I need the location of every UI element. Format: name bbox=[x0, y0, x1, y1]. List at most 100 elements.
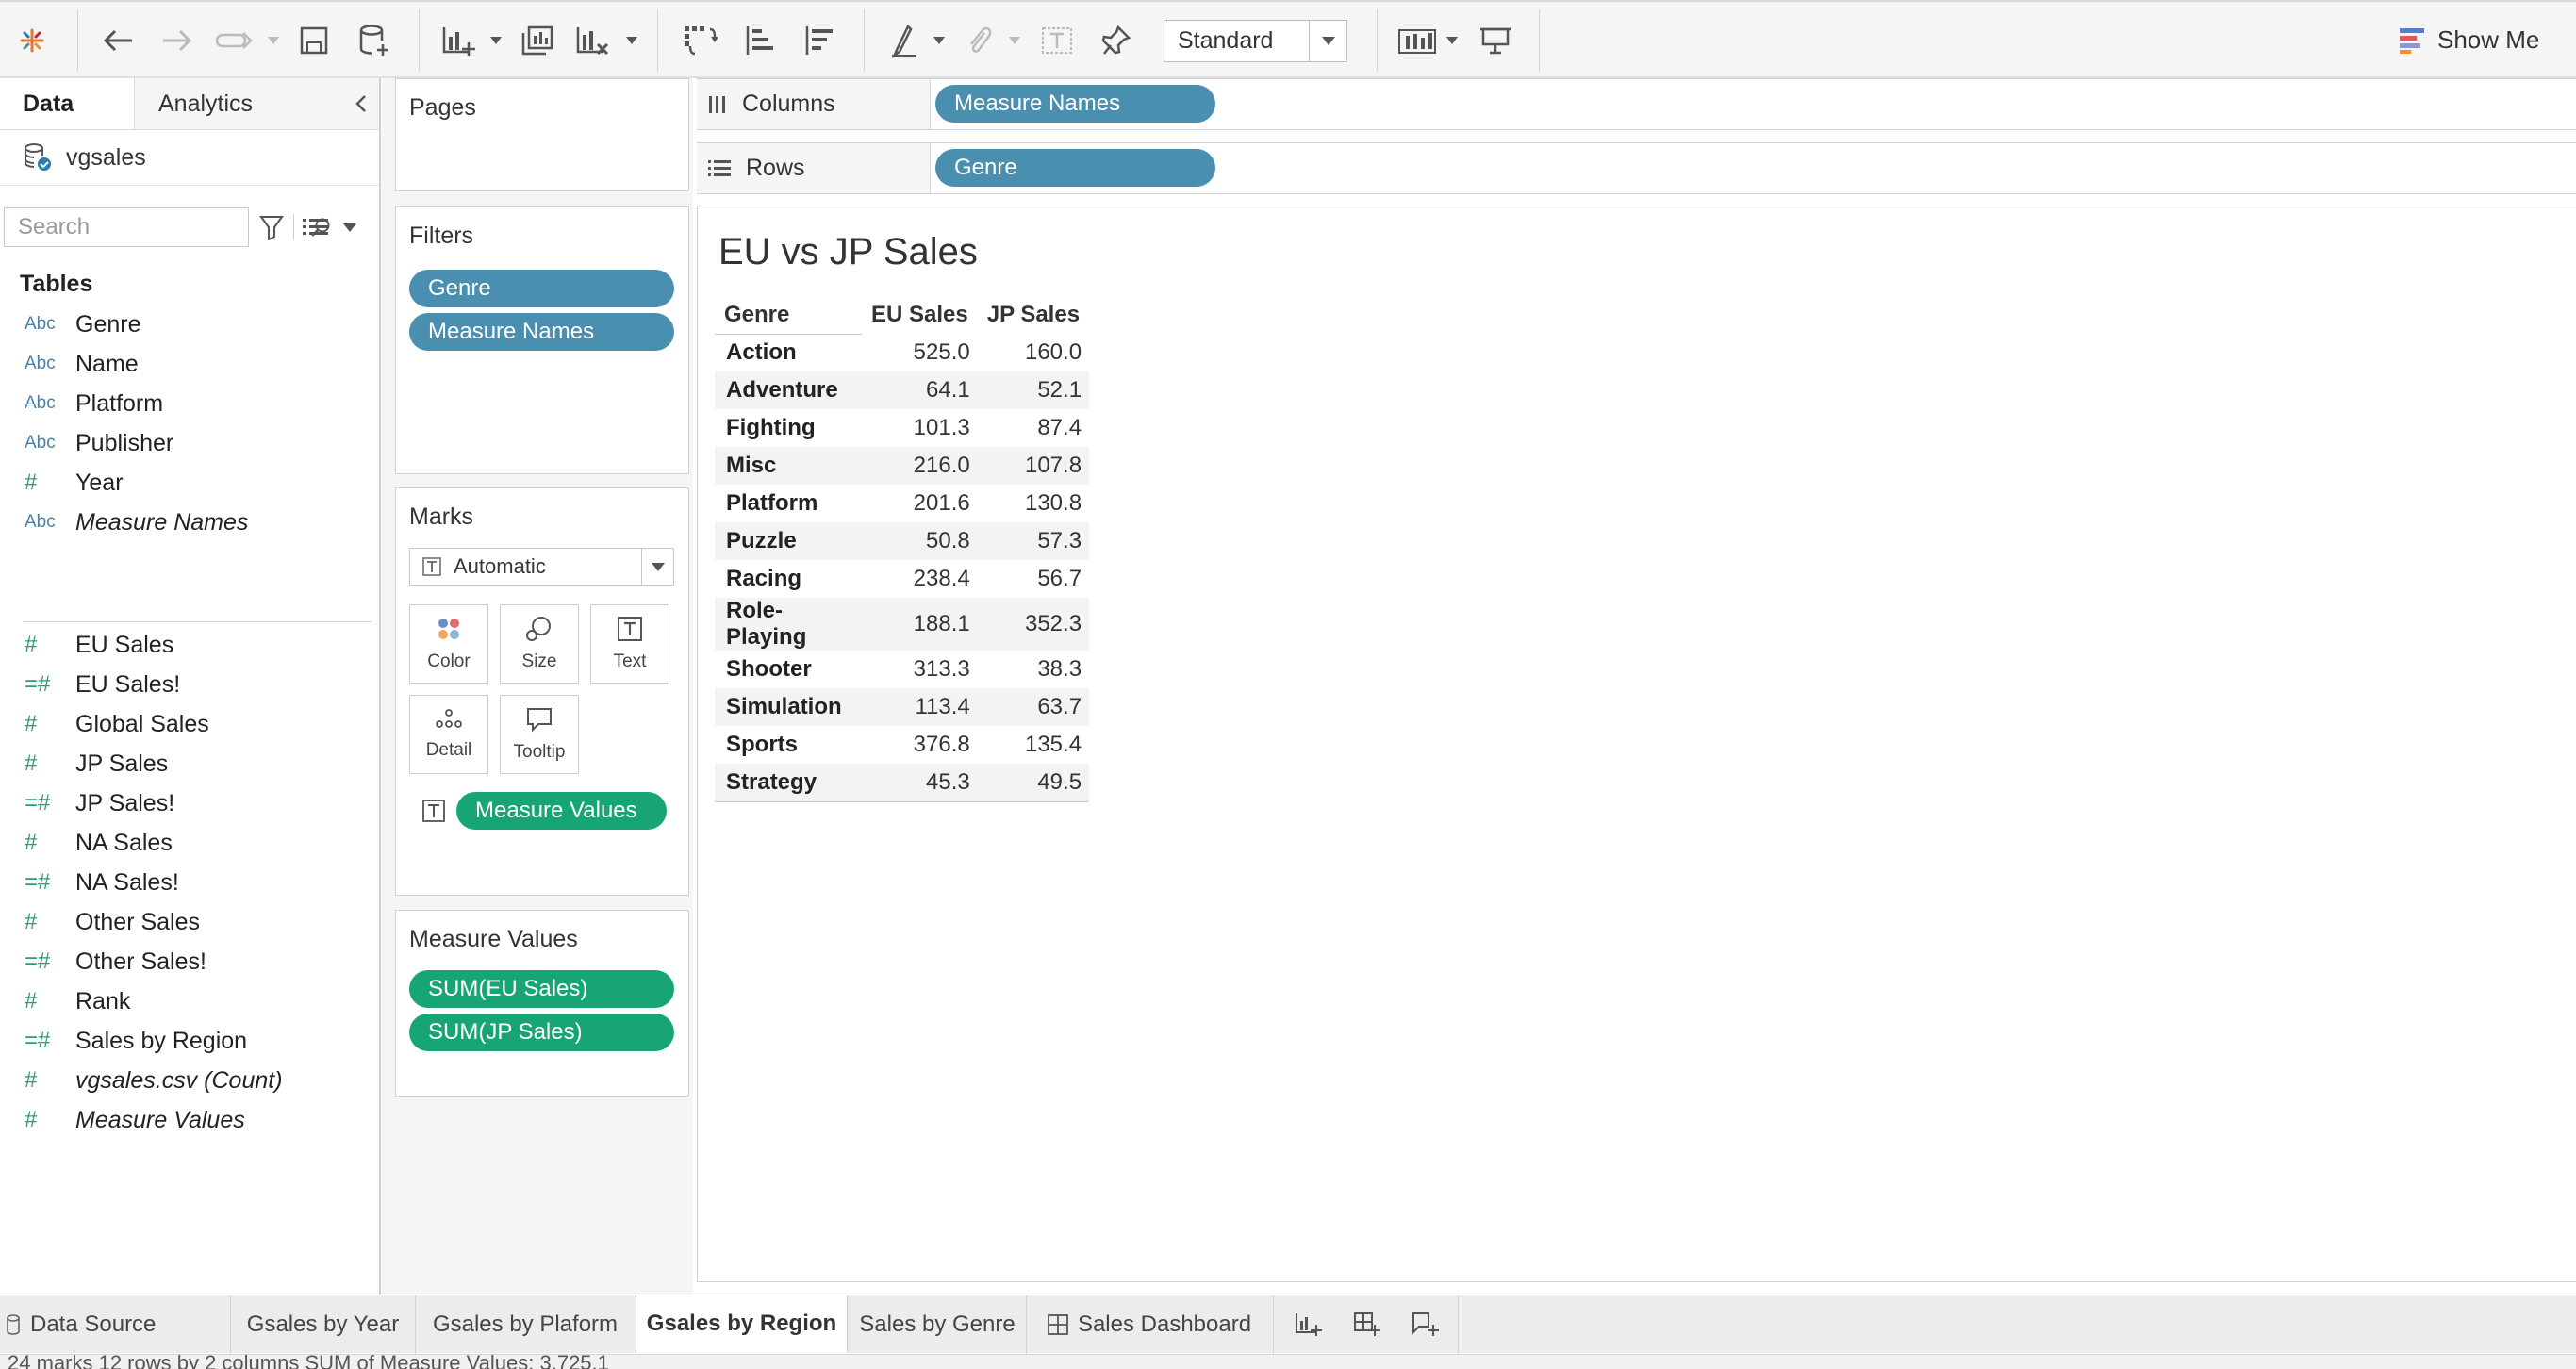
chevron-down-icon[interactable] bbox=[1309, 21, 1346, 61]
measure-pill-jp-sales[interactable]: SUM(JP Sales) bbox=[409, 1014, 674, 1051]
color-button[interactable]: Color bbox=[409, 604, 488, 684]
filter-icon[interactable] bbox=[256, 210, 287, 244]
chevron-down-icon[interactable] bbox=[338, 210, 362, 244]
eu-sales-cell[interactable]: 216.0 bbox=[862, 447, 978, 485]
view-options-icon[interactable] bbox=[300, 210, 332, 244]
eu-sales-cell[interactable]: 376.8 bbox=[862, 726, 978, 764]
filter-pill-measure-names[interactable]: Measure Names bbox=[409, 313, 674, 351]
eu-sales-cell[interactable]: 238.4 bbox=[862, 560, 978, 598]
sort-ascending-icon[interactable] bbox=[738, 2, 780, 78]
clear-sheet-icon[interactable] bbox=[572, 2, 614, 78]
tab-gsales-by-plaform[interactable]: Gsales by Plaform bbox=[416, 1295, 635, 1354]
show-cards-icon[interactable] bbox=[1395, 2, 1439, 78]
chevron-down-icon[interactable] bbox=[490, 2, 502, 78]
genre-cell[interactable]: Role-Playing bbox=[715, 598, 862, 651]
new-datasource-icon[interactable] bbox=[355, 2, 394, 78]
duplicate-sheet-icon[interactable] bbox=[517, 2, 558, 78]
field-item[interactable]: # Year bbox=[0, 463, 379, 503]
field-item[interactable]: =# JP Sales! bbox=[0, 783, 379, 823]
undo-icon[interactable] bbox=[97, 2, 139, 78]
column-header[interactable]: Genre bbox=[715, 296, 862, 335]
chevron-down-icon[interactable] bbox=[1009, 2, 1020, 78]
field-item[interactable]: # NA Sales bbox=[0, 823, 379, 863]
jp-sales-cell[interactable]: 160.0 bbox=[978, 334, 1089, 371]
field-item[interactable]: # vgsales.csv (Count) bbox=[0, 1061, 379, 1100]
columns-shelf[interactable]: Columns Measure Names bbox=[697, 78, 2576, 130]
tab-analytics[interactable]: Analytics bbox=[158, 78, 253, 130]
jp-sales-cell[interactable]: 49.5 bbox=[977, 764, 1090, 802]
eu-sales-cell[interactable]: 525.0 bbox=[862, 334, 978, 371]
text-button[interactable]: Text bbox=[590, 604, 669, 684]
pin-icon[interactable] bbox=[1098, 2, 1135, 78]
sort-descending-icon[interactable] bbox=[798, 2, 839, 78]
jp-sales-cell[interactable]: 130.8 bbox=[978, 485, 1089, 522]
eu-sales-cell[interactable]: 50.8 bbox=[862, 522, 978, 560]
new-worksheet-icon[interactable] bbox=[437, 2, 482, 78]
field-item[interactable]: # Other Sales bbox=[0, 902, 379, 942]
jp-sales-cell[interactable]: 135.4 bbox=[978, 726, 1089, 764]
chevron-down-icon[interactable] bbox=[268, 2, 279, 78]
jp-sales-cell[interactable]: 107.8 bbox=[977, 447, 1090, 485]
replay-icon[interactable] bbox=[213, 2, 256, 78]
eu-sales-cell[interactable]: 313.3 bbox=[862, 651, 978, 688]
label-text-icon[interactable] bbox=[1038, 2, 1076, 78]
chevron-left-icon[interactable] bbox=[349, 91, 373, 117]
genre-cell[interactable]: Platform bbox=[715, 485, 862, 522]
genre-cell[interactable]: Action bbox=[715, 334, 862, 371]
tab-sales-by-genre[interactable]: Sales by Genre bbox=[849, 1295, 1026, 1354]
eu-sales-cell[interactable]: 45.3 bbox=[862, 764, 978, 802]
chevron-down-icon[interactable] bbox=[1446, 2, 1458, 78]
detail-button[interactable]: Detail bbox=[409, 695, 488, 774]
eu-sales-cell[interactable]: 188.1 bbox=[862, 598, 978, 651]
rows-pill-genre[interactable]: Genre bbox=[935, 149, 1215, 187]
fit-select[interactable]: Standard bbox=[1164, 20, 1347, 62]
swap-rows-columns-icon[interactable] bbox=[679, 2, 720, 78]
tableau-logo-icon[interactable] bbox=[13, 2, 51, 78]
genre-cell[interactable]: Simulation bbox=[715, 688, 862, 726]
eu-sales-cell[interactable]: 101.3 bbox=[862, 409, 978, 447]
new-dashboard-tab-icon[interactable] bbox=[1339, 1295, 1395, 1354]
genre-cell[interactable]: Strategy bbox=[715, 764, 862, 802]
rows-shelf[interactable]: Rows Genre bbox=[697, 142, 2576, 194]
eu-sales-cell[interactable]: 64.1 bbox=[862, 371, 978, 409]
jp-sales-cell[interactable]: 52.1 bbox=[977, 371, 1090, 409]
tab-gsales-by-year[interactable]: Gsales by Year bbox=[231, 1295, 415, 1354]
columns-pill-measure-names[interactable]: Measure Names bbox=[935, 85, 1215, 123]
highlight-pen-icon[interactable] bbox=[885, 2, 923, 78]
jp-sales-cell[interactable]: 352.3 bbox=[977, 598, 1090, 651]
jp-sales-cell[interactable]: 57.3 bbox=[977, 522, 1090, 560]
field-item[interactable]: =# Sales by Region bbox=[0, 1021, 379, 1061]
field-item[interactable]: =# EU Sales! bbox=[0, 665, 379, 704]
new-worksheet-tab-icon[interactable] bbox=[1280, 1295, 1337, 1354]
tab-sales-dashboard[interactable]: Sales Dashboard bbox=[1027, 1295, 1272, 1354]
tab-gsales-by-region[interactable]: Gsales by Region bbox=[636, 1295, 848, 1354]
column-header[interactable]: JP Sales bbox=[978, 296, 1089, 334]
jp-sales-cell[interactable]: 38.3 bbox=[978, 651, 1089, 688]
genre-cell[interactable]: Racing bbox=[715, 560, 862, 598]
field-item[interactable]: # JP Sales bbox=[0, 744, 379, 783]
paperclip-icon[interactable] bbox=[961, 2, 999, 78]
field-search[interactable] bbox=[4, 207, 330, 247]
chevron-down-icon[interactable] bbox=[933, 2, 945, 78]
field-item[interactable]: Abc Genre bbox=[0, 305, 379, 344]
redo-icon[interactable] bbox=[157, 2, 198, 78]
column-header[interactable]: EU Sales bbox=[862, 296, 978, 334]
eu-sales-cell[interactable]: 201.6 bbox=[862, 485, 978, 522]
field-item[interactable]: Abc Platform bbox=[0, 384, 379, 423]
field-item[interactable]: Abc Measure Names bbox=[0, 503, 379, 542]
presentation-mode-icon[interactable] bbox=[1477, 2, 1514, 78]
new-story-tab-icon[interactable] bbox=[1397, 1295, 1454, 1354]
tab-data-source[interactable]: Data Source bbox=[0, 1295, 230, 1354]
field-item[interactable]: # Rank bbox=[0, 981, 379, 1021]
genre-cell[interactable]: Shooter bbox=[715, 651, 862, 688]
pages-card[interactable]: Pages bbox=[395, 78, 689, 191]
measure-pill-eu-sales[interactable]: SUM(EU Sales) bbox=[409, 970, 674, 1008]
field-item[interactable]: Abc Publisher bbox=[0, 423, 379, 463]
jp-sales-cell[interactable]: 63.7 bbox=[977, 688, 1090, 726]
genre-cell[interactable]: Adventure bbox=[715, 371, 862, 409]
eu-sales-cell[interactable]: 113.4 bbox=[862, 688, 978, 726]
filters-card[interactable]: Filters Genre Measure Names bbox=[395, 206, 689, 474]
datasource-item[interactable]: vgsales bbox=[23, 138, 146, 177]
field-item[interactable]: =# Other Sales! bbox=[0, 942, 379, 981]
chevron-down-icon[interactable] bbox=[626, 2, 637, 78]
